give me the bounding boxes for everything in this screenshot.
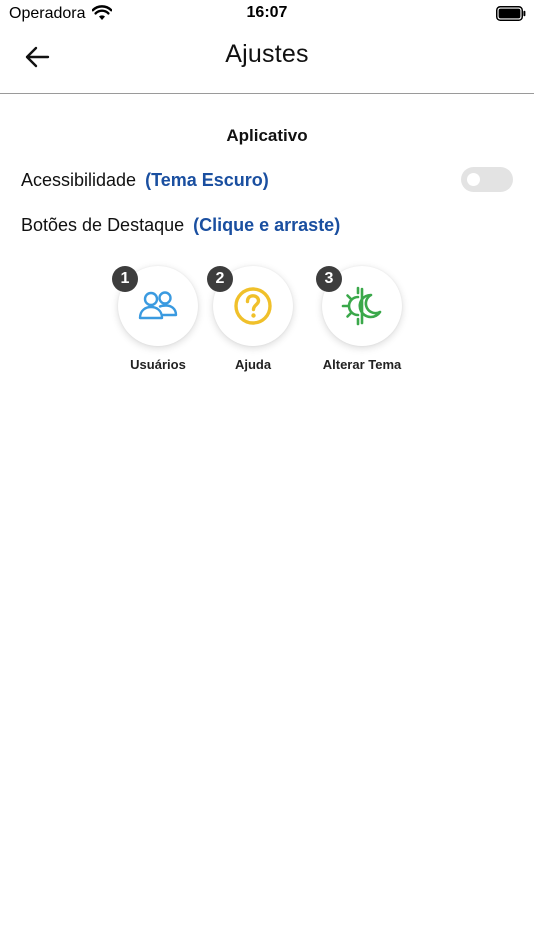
highlight-badge: 3 <box>316 266 342 292</box>
dark-theme-toggle[interactable] <box>461 167 513 192</box>
highlight-buttons-label: Botões de Destaque <box>21 215 185 235</box>
theme-icon <box>341 286 382 326</box>
highlight-badge: 1 <box>112 266 138 292</box>
accessibility-row: Acessibilidade (Tema Escuro) <box>21 170 269 191</box>
highlight-button-help[interactable]: 2 Ajuda <box>193 266 313 378</box>
highlight-label: Alterar Tema <box>322 357 402 372</box>
users-icon <box>138 291 178 320</box>
accessibility-hint: (Tema Escuro) <box>145 170 269 190</box>
app-header: Ajustes <box>0 28 534 94</box>
accessibility-label: Acessibilidade <box>21 170 137 190</box>
highlight-badge: 2 <box>207 266 233 292</box>
section-title: Aplicativo <box>226 126 308 145</box>
battery-icon <box>496 6 526 21</box>
highlight-buttons-hint: (Clique e arraste) <box>193 215 341 235</box>
page-title: Ajustes <box>225 40 309 68</box>
highlight-label: Ajuda <box>234 357 272 372</box>
highlight-buttons-row: Botões de Destaque (Clique e arraste) <box>21 215 340 236</box>
status-bar: Operadora 16:07 <box>0 0 534 28</box>
toggle-knob <box>467 173 480 186</box>
status-time: 16:07 <box>246 4 288 21</box>
help-icon <box>234 287 272 325</box>
settings-screen: Operadora 16:07 Ajustes Aplicativo Acess… <box>0 0 534 950</box>
highlight-button-theme[interactable]: 3 Alterar Tema <box>302 266 422 378</box>
